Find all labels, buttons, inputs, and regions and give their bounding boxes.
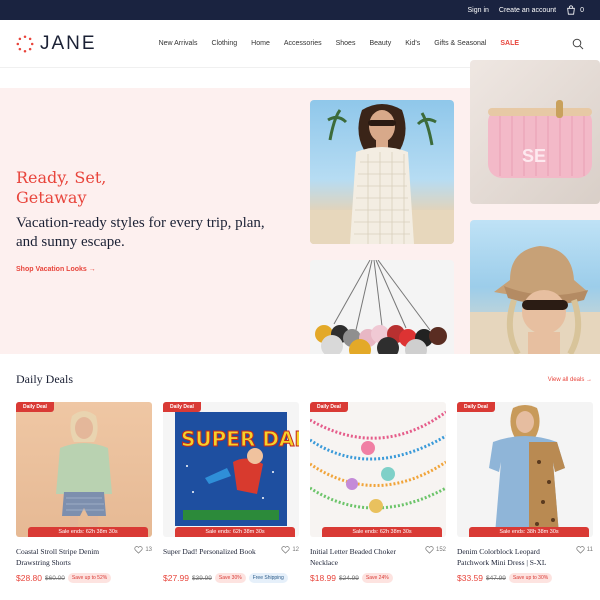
hero-image-keychains[interactable] (310, 260, 454, 354)
nav-accessories[interactable]: Accessories (284, 40, 322, 47)
free-shipping-badge: Free Shipping (248, 573, 288, 583)
sale-timer: Sale ends: 38h 38m 30s (469, 527, 589, 537)
like-count: 13 (145, 547, 152, 553)
price-row: $28.80 $60.00 Save up to 52% (16, 573, 112, 583)
beaded-necklaces-image (310, 410, 446, 513)
daily-deals-title: Daily Deals (16, 372, 73, 386)
logo-mark-icon (16, 35, 34, 52)
denim-leopard-dress-image (489, 405, 565, 534)
daily-deal-badge: Daily Deal (310, 402, 348, 412)
sale-price: $33.59 (457, 573, 483, 583)
original-price: $47.99 (486, 574, 506, 582)
savings-badge: Save 24% (361, 573, 393, 583)
cart-count: 0 (580, 6, 584, 14)
product-image[interactable]: Daily Deal Sale ends: 38h 38m 30s (457, 402, 593, 537)
search-icon[interactable] (572, 38, 584, 50)
savings-badge: Save up to 52% (67, 573, 112, 583)
sale-price: $28.80 (16, 573, 42, 583)
heart-icon (425, 546, 434, 554)
daily-deal-badge: Daily Deal (16, 402, 54, 412)
sign-in-link[interactable]: Sign in (467, 7, 488, 14)
cart-button[interactable]: 0 (566, 5, 584, 15)
sale-timer: Sale ends: 62h 38m 30s (322, 527, 442, 537)
product-image[interactable]: Daily Deal Sale ends: 62h 38m 30s (310, 402, 446, 537)
nav-kids[interactable]: Kid's (405, 40, 420, 47)
sale-price: $27.99 (163, 573, 189, 583)
product-name[interactable]: Coastal Stroll Stripe Denim Drawstring S… (16, 546, 128, 568)
heart-icon (281, 546, 290, 554)
heart-icon (134, 546, 143, 554)
hero-title: Ready, Set, Getaway (16, 168, 107, 207)
daily-deals-header: Daily Deals View all deals → (16, 372, 592, 387)
view-all-deals-link[interactable]: View all deals → (548, 377, 592, 383)
create-account-link[interactable]: Create an account (499, 7, 556, 14)
nav-home[interactable]: Home (251, 40, 270, 47)
wishlist-button[interactable]: 11 (576, 546, 593, 554)
nav-sale[interactable]: SALE (500, 40, 519, 47)
product-card[interactable]: Daily Deal Sale ends: 38h 38m 30s Denim … (457, 402, 593, 583)
savings-badge: Save up to 30% (508, 573, 553, 583)
sale-timer: Sale ends: 62h 38m 30s (175, 527, 295, 537)
wishlist-button[interactable]: 13 (134, 546, 152, 554)
nav-clothing[interactable]: Clothing (211, 40, 237, 47)
like-count: 11 (586, 547, 593, 553)
mouse-ear-keychains-image (315, 260, 447, 354)
product-card[interactable]: Daily Deal Sale ends: 62h 38m 30s Initia… (310, 402, 446, 583)
shop-vacation-looks-link[interactable]: Shop Vacation Looks → (16, 266, 276, 273)
price-row: $27.99 $39.99 Save 30% Free Shipping (163, 573, 288, 583)
wishlist-button[interactable]: 152 (425, 546, 446, 554)
daily-deal-badge: Daily Deal (163, 402, 201, 412)
price-row: $18.99 $24.99 Save 24% (310, 573, 393, 583)
sale-timer: Sale ends: 62h 38m 30s (28, 527, 148, 537)
hero-text: Ready, Set, Getaway Vacation-ready style… (16, 168, 276, 273)
wishlist-button[interactable]: 12 (281, 546, 299, 554)
daily-deal-badge: Daily Deal (457, 402, 495, 412)
woman-bucket-hat-image (470, 246, 600, 354)
main-nav: New Arrivals Clothing Home Accessories S… (159, 40, 519, 47)
hero-image-woman-crochet-coverup[interactable] (310, 100, 454, 244)
nav-gifts-seasonal[interactable]: Gifts & Seasonal (434, 40, 486, 47)
logo-text: JANE (40, 32, 97, 54)
heart-icon (576, 546, 585, 554)
nav-shoes[interactable]: Shoes (336, 40, 356, 47)
shopping-bag-icon (567, 5, 575, 15)
product-name[interactable]: Super Dad! Personalized Book (163, 546, 275, 557)
original-price: $39.99 (192, 574, 212, 582)
super-dad-book-image: SUPER DAD! (175, 412, 299, 526)
pink-makeup-bag-image: SE (488, 100, 592, 178)
price-row: $33.59 $47.99 Save up to 30% (457, 573, 553, 583)
original-price: $24.99 (339, 574, 359, 582)
logo[interactable]: JANE (16, 33, 97, 55)
product-image[interactable]: SUPER DAD! Daily Deal Sale ends: 62h 38m… (163, 402, 299, 537)
product-name[interactable]: Initial Letter Beaded Choker Necklace (310, 546, 422, 568)
nav-beauty[interactable]: Beauty (369, 40, 391, 47)
hero-image-bucket-hat[interactable] (470, 220, 600, 354)
book-cover-title: SUPER DAD! (181, 427, 299, 451)
product-card[interactable]: SUPER DAD! Daily Deal Sale ends: 62h 38m… (163, 402, 299, 583)
product-image[interactable]: Daily Deal Sale ends: 62h 38m 30s (16, 402, 152, 537)
product-name[interactable]: Denim Colorblock Leopard Patchwork Mini … (457, 546, 569, 568)
monogram-text: SE (522, 146, 546, 166)
striped-shorts-outfit-image (56, 411, 112, 537)
hero-image-monogram-makeup-bag[interactable]: SE (470, 60, 600, 204)
nav-new-arrivals[interactable]: New Arrivals (159, 40, 198, 47)
woman-crochet-dress-image (310, 104, 454, 244)
top-utility-bar: Sign in Create an account 0 (0, 0, 600, 20)
product-card[interactable]: Daily Deal Sale ends: 62h 38m 30s Coasta… (16, 402, 152, 583)
hero-subtitle: Vacation-ready styles for every trip, pl… (16, 215, 265, 250)
like-count: 12 (292, 547, 299, 553)
like-count: 152 (435, 547, 446, 553)
savings-badge: Save 30% (214, 573, 246, 583)
original-price: $60.00 (45, 574, 65, 582)
sale-price: $18.99 (310, 573, 336, 583)
